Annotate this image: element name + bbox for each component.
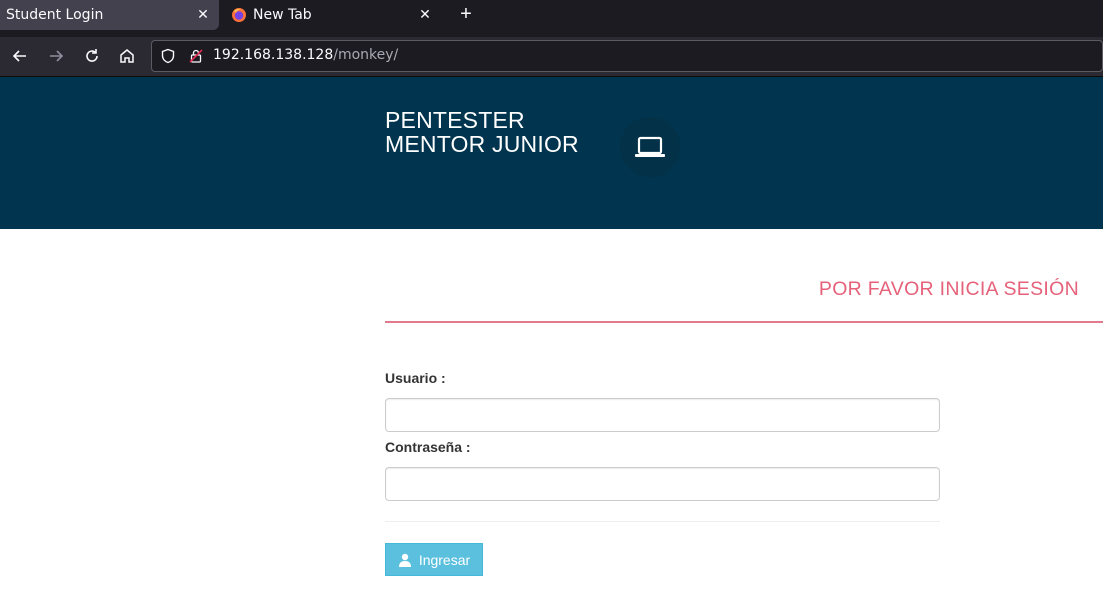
tab-new-tab[interactable]: New Tab ✕: [219, 0, 441, 30]
forward-icon[interactable]: [46, 46, 66, 66]
tracking-protection-shield-icon[interactable]: [160, 48, 176, 64]
close-tab-icon[interactable]: ✕: [418, 7, 432, 23]
username-input[interactable]: [385, 398, 940, 432]
site-header: PENTESTER MENTOR JUNIOR: [0, 77, 1103, 229]
site-brand: PENTESTER MENTOR JUNIOR: [385, 108, 579, 156]
username-label: Usuario :: [385, 370, 446, 386]
login-submit-button[interactable]: Ingresar: [385, 543, 483, 576]
password-input[interactable]: [385, 467, 940, 501]
browser-toolbar: 192.168.138.128/monkey/: [0, 37, 1103, 77]
address-bar[interactable]: 192.168.138.128/monkey/: [151, 40, 1103, 72]
brand-icon-circle: [620, 117, 680, 177]
page-content: PENTESTER MENTOR JUNIOR POR FAVOR INICIA…: [0, 77, 1103, 602]
new-tab-button[interactable]: +: [456, 4, 476, 25]
brand-line-1: PENTESTER: [385, 107, 525, 133]
form-divider: [385, 521, 940, 522]
login-submit-label: Ingresar: [418, 551, 471, 568]
url-path: /monkey/: [333, 47, 399, 63]
home-icon[interactable]: [117, 46, 137, 66]
insecure-lock-icon[interactable]: [188, 48, 204, 64]
password-label: Contraseña :: [385, 439, 471, 455]
url-text: 192.168.138.128/monkey/: [213, 47, 398, 63]
reload-icon[interactable]: [82, 46, 102, 66]
login-heading: POR FAVOR INICIA SESIÓN: [818, 278, 1079, 300]
firefox-icon: [231, 7, 247, 23]
tab-title: New Tab: [253, 7, 312, 23]
back-icon[interactable]: [10, 46, 30, 66]
laptop-icon: [635, 136, 665, 157]
tab-title: Student Login: [6, 7, 104, 23]
browser-tab-strip: Student Login ✕ New Tab ✕ +: [0, 0, 1103, 37]
brand-line-2: MENTOR JUNIOR: [385, 131, 579, 157]
url-host: 192.168.138.128: [213, 47, 334, 63]
user-icon: [398, 553, 412, 567]
tab-student-login[interactable]: Student Login ✕: [0, 0, 219, 30]
close-tab-icon[interactable]: ✕: [196, 7, 210, 23]
heading-underline: [385, 321, 1103, 323]
